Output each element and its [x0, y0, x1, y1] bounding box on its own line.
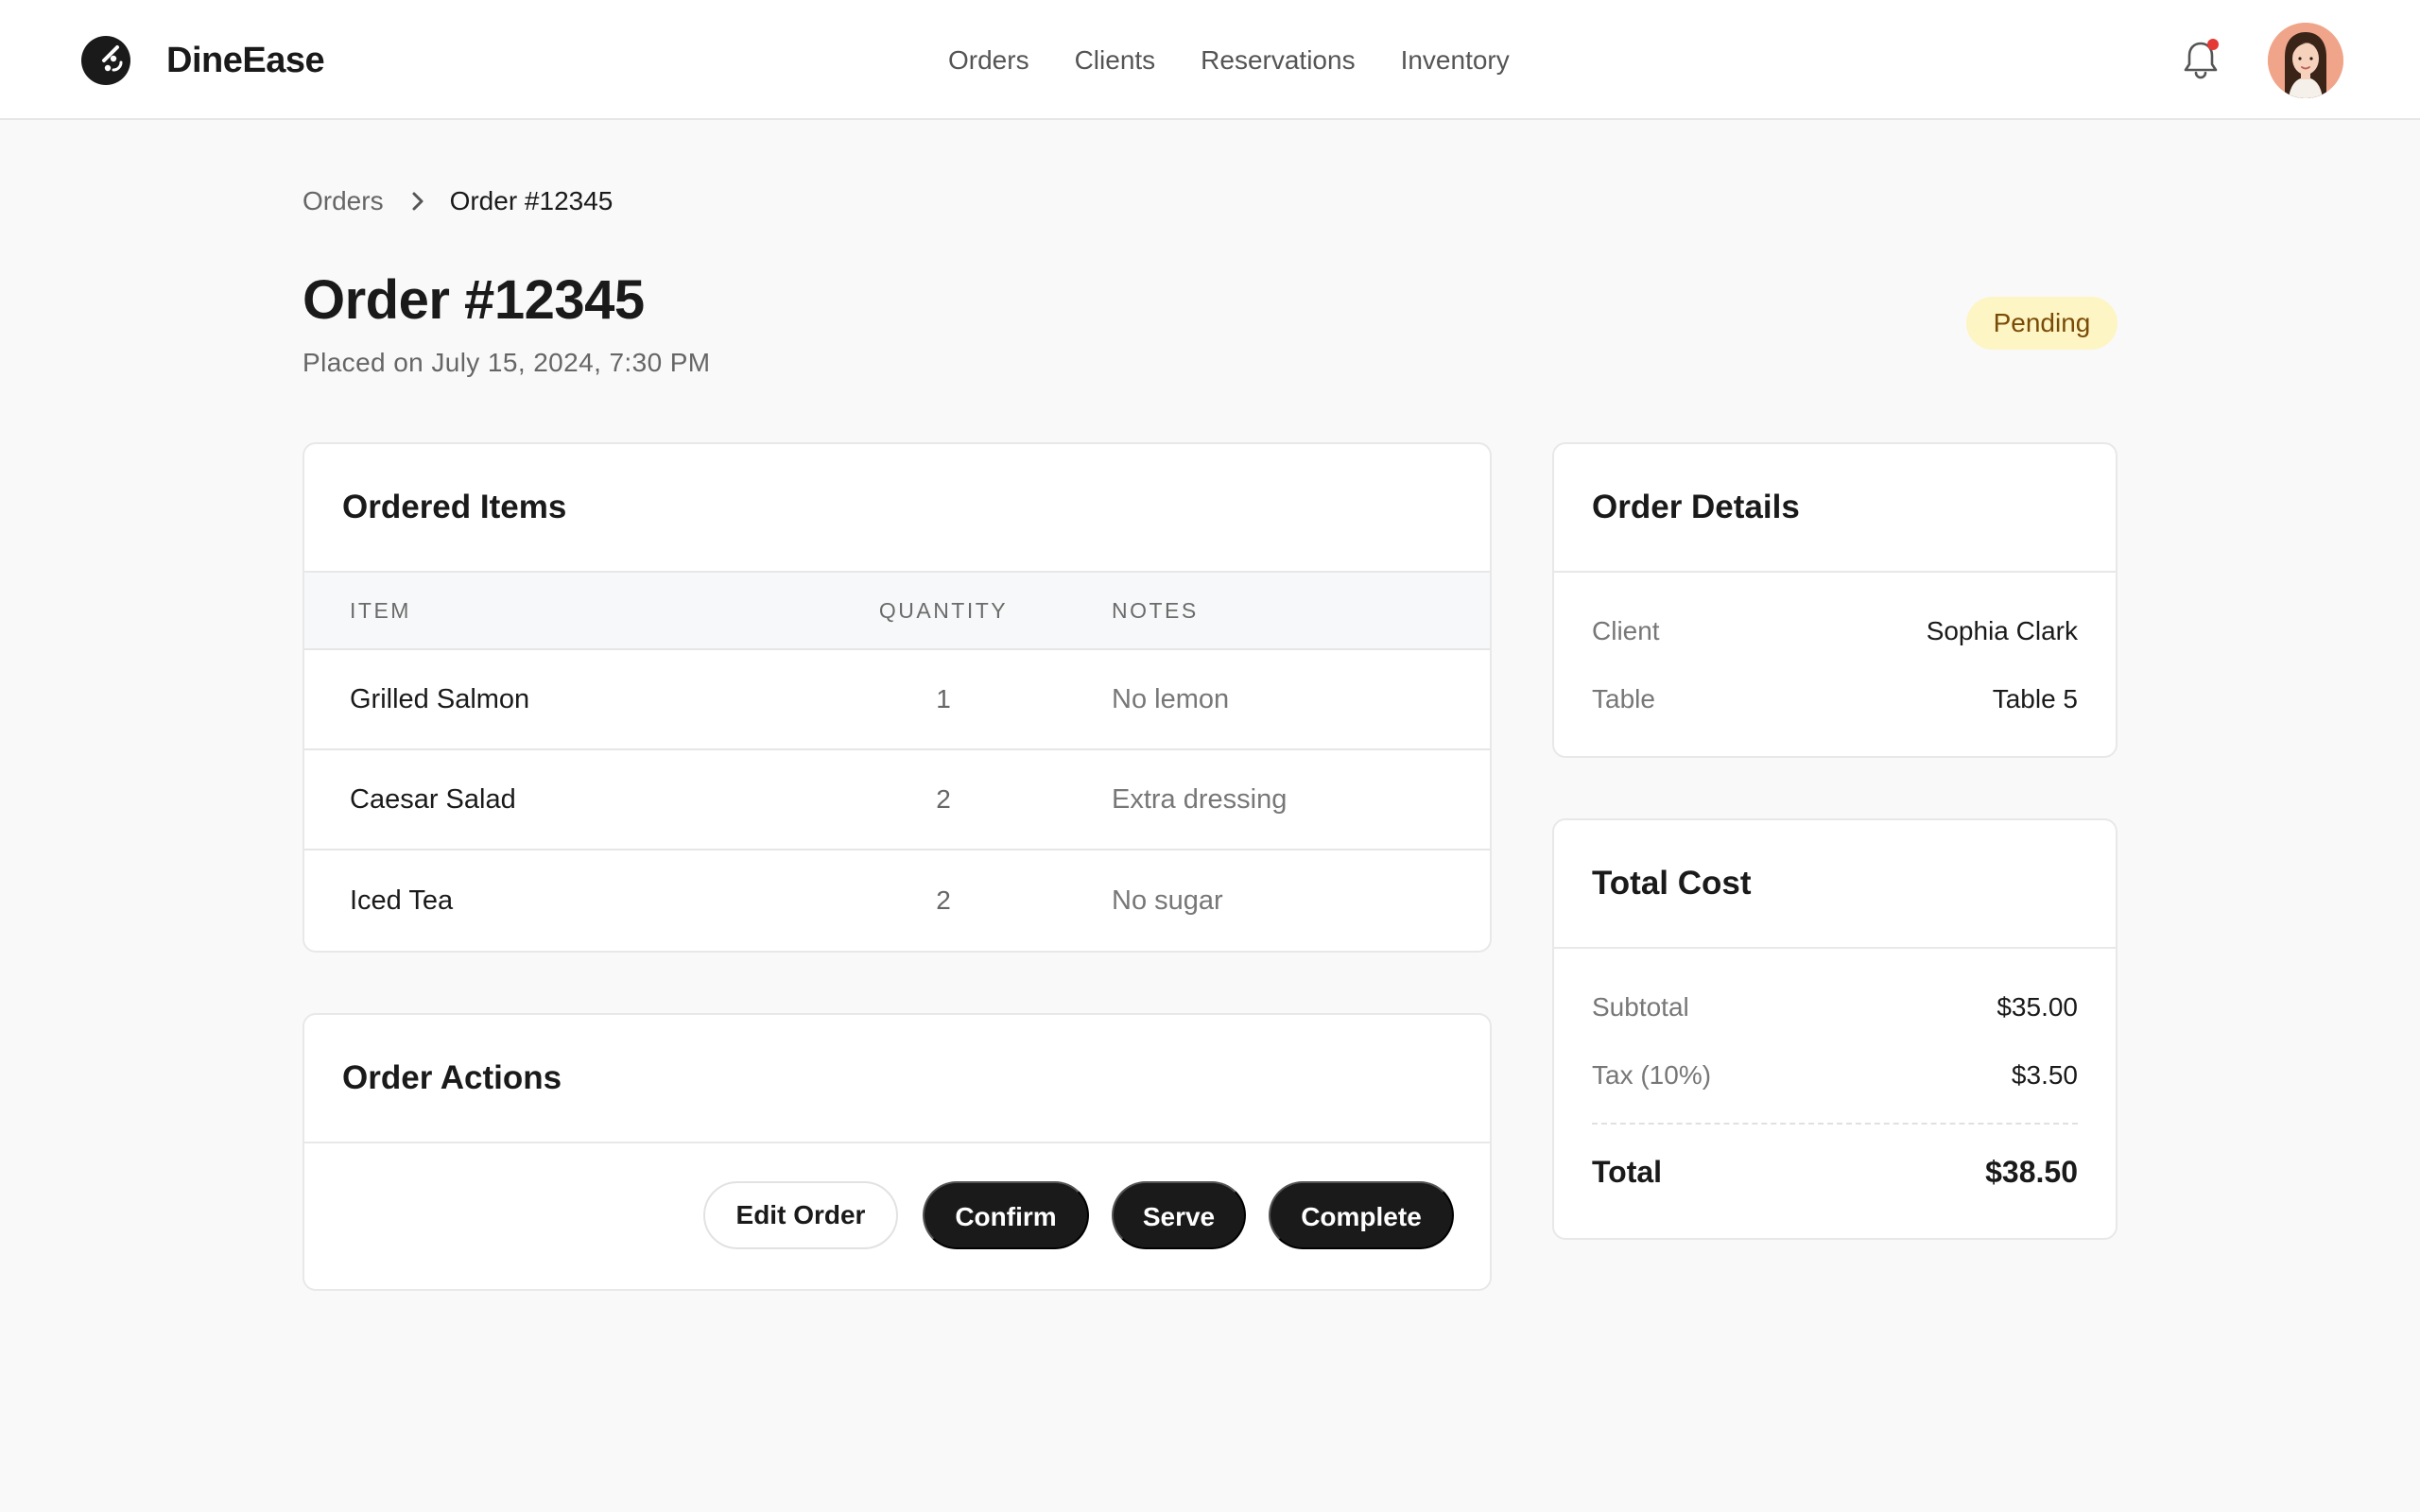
brand-name: DineEase: [166, 40, 325, 80]
nav-item-orders[interactable]: Orders: [948, 40, 1029, 81]
serve-button[interactable]: Serve: [1112, 1181, 1246, 1249]
order-actions-body: Edit Order Confirm Serve Complete: [304, 1143, 1490, 1289]
breadcrumb-orders-link[interactable]: Orders: [302, 186, 384, 216]
total-cost-header: Total Cost: [1554, 820, 2116, 949]
column-header-item: ITEM: [350, 597, 411, 623]
notification-dot: [2207, 39, 2219, 50]
breadcrumb-current: Order #12345: [449, 186, 614, 215]
edit-order-button[interactable]: Edit Order: [703, 1181, 898, 1249]
ordered-items-card: Ordered Items ITEM QUANTITY NOTES Grille…: [302, 442, 1492, 953]
column-header-notes: NOTES: [1112, 597, 1199, 623]
table-label: Table: [1592, 684, 1655, 713]
subtotal-row: Subtotal $35.00: [1554, 973, 2116, 1041]
avatar-image: [2268, 23, 2343, 98]
subtotal-value: $35.00: [1996, 992, 2078, 1022]
tax-label: Tax (10%): [1592, 1060, 1712, 1090]
order-details-title: Order Details: [1592, 489, 1800, 525]
item-name: Grilled Salmon: [350, 683, 530, 714]
order-actions-card: Order Actions Edit Order Confirm Serve C…: [302, 1013, 1492, 1291]
main-nav: Orders Clients Reservations Inventory: [948, 40, 1510, 81]
item-notes: Extra dressing: [1112, 783, 1288, 815]
item-notes: No lemon: [1112, 683, 1230, 714]
subtotal-label: Subtotal: [1592, 992, 1689, 1022]
item-quantity: 1: [936, 684, 951, 713]
bell-icon: [2184, 39, 2219, 79]
table-row: Caesar Salad 2 Extra dressing: [304, 750, 1490, 850]
tax-row: Tax (10%) $3.50: [1554, 1041, 2116, 1109]
total-row: Total $38.50: [1554, 1125, 2116, 1219]
nav-item-clients[interactable]: Clients: [1075, 40, 1156, 81]
chevron-right-icon: [412, 192, 424, 211]
ordered-items-title: Ordered Items: [342, 489, 567, 525]
dineease-logo-icon: [81, 36, 130, 85]
total-value: $38.50: [1985, 1155, 2078, 1189]
total-label: Total: [1592, 1155, 1663, 1189]
item-name: Iced Tea: [350, 885, 454, 916]
item-quantity: 2: [936, 784, 951, 814]
order-details-header: Order Details: [1554, 444, 2116, 573]
item-quantity: 2: [936, 885, 951, 915]
nav-item-reservations[interactable]: Reservations: [1201, 40, 1355, 81]
item-name: Caesar Salad: [350, 783, 516, 815]
notifications-button[interactable]: [2177, 36, 2224, 83]
top-navigation-bar: DineEase Orders Clients Reservations Inv…: [0, 0, 2420, 120]
brand[interactable]: DineEase: [79, 34, 325, 87]
client-row: Client Sophia Clark: [1554, 597, 2116, 665]
item-notes: No sugar: [1112, 885, 1223, 916]
ordered-items-header: Ordered Items: [304, 444, 1490, 573]
table-row: Iced Tea 2 No sugar: [304, 850, 1490, 951]
table-value: Table 5: [1992, 684, 2078, 713]
total-cost-body: Subtotal $35.00 Tax (10%) $3.50 Total $3…: [1554, 949, 2116, 1219]
table-row: Table Table 5: [1554, 665, 2116, 733]
user-avatar[interactable]: [2268, 23, 2343, 98]
page-title: Order #12345: [302, 269, 645, 331]
tax-value: $3.50: [2011, 1060, 2078, 1090]
table-row: Grilled Salmon 1 No lemon: [304, 650, 1490, 750]
order-actions-header: Order Actions: [304, 1015, 1490, 1143]
total-cost-card: Total Cost Subtotal $35.00 Tax (10%) $3.…: [1552, 818, 2118, 1240]
client-value: Sophia Clark: [1926, 616, 2078, 645]
order-details-card: Order Details Client Sophia Clark Table …: [1552, 442, 2118, 758]
items-table-header: ITEM QUANTITY NOTES: [304, 573, 1490, 650]
client-label: Client: [1592, 616, 1660, 645]
order-actions-title: Order Actions: [342, 1059, 562, 1096]
order-details-body: Client Sophia Clark Table Table 5: [1554, 573, 2116, 733]
complete-button[interactable]: Complete: [1269, 1181, 1454, 1249]
status-badge: Pending: [1966, 297, 2118, 350]
nav-item-inventory[interactable]: Inventory: [1401, 40, 1510, 81]
breadcrumb: Orders Order #12345: [302, 181, 613, 221]
column-header-quantity: QUANTITY: [878, 597, 1009, 623]
confirm-button[interactable]: Confirm: [923, 1181, 1089, 1249]
total-cost-title: Total Cost: [1592, 865, 1752, 902]
order-placed-date: Placed on July 15, 2024, 7:30 PM: [302, 348, 711, 377]
